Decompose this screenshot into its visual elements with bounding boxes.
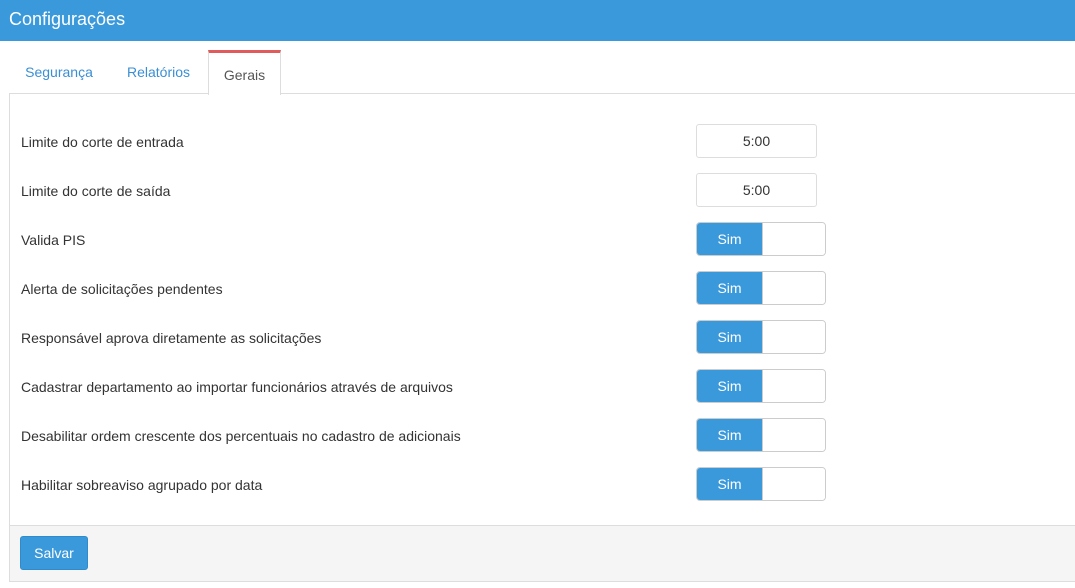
corte-saida-label: Limite do corte de saída (21, 183, 171, 199)
corte-entrada-label: Limite do corte de entrada (21, 134, 184, 150)
toggle-handle[interactable] (762, 370, 825, 402)
alerta-solicitacoes-label: Alerta de solicitações pendentes (21, 281, 223, 297)
toggle-handle[interactable] (762, 419, 825, 451)
cadastrar-departamento-toggle[interactable]: Sim (696, 369, 826, 403)
toggle-on-label: Sim (697, 272, 762, 304)
toggle-handle[interactable] (762, 321, 825, 353)
toggle-on-label: Sim (697, 370, 762, 402)
responsavel-aprova-toggle[interactable]: Sim (696, 320, 826, 354)
desabilitar-ordem-label: Desabilitar ordem crescente dos percentu… (21, 428, 461, 444)
toggle-on-label: Sim (697, 223, 762, 255)
panel-footer: Salvar (10, 525, 1075, 581)
toggle-on-label: Sim (697, 321, 762, 353)
page-title: Configurações (9, 9, 126, 29)
toggle-handle[interactable] (762, 272, 825, 304)
habilitar-sobreaviso-toggle[interactable]: Sim (696, 467, 826, 501)
tab-relatorios[interactable]: Relatórios (109, 50, 208, 94)
responsavel-aprova-label: Responsável aprova diretamente as solici… (21, 330, 322, 346)
corte-saida-input[interactable] (696, 173, 817, 207)
toggle-handle[interactable] (762, 223, 825, 255)
toggle-on-label: Sim (697, 468, 762, 500)
tab-seguranca[interactable]: Segurança (9, 50, 109, 94)
valida-pis-label: Valida PIS (21, 232, 86, 248)
alerta-solicitacoes-toggle[interactable]: Sim (696, 271, 826, 305)
desabilitar-ordem-toggle[interactable]: Sim (696, 418, 826, 452)
valida-pis-toggle[interactable]: Sim (696, 222, 826, 256)
tab-bar: Segurança Relatórios Gerais (9, 50, 1075, 95)
settings-panel: Limite do corte de entrada Limite do cor… (9, 94, 1075, 582)
tab-gerais[interactable]: Gerais (208, 50, 281, 95)
toggle-handle[interactable] (762, 468, 825, 500)
cadastrar-departamento-label: Cadastrar departamento ao importar funci… (21, 379, 453, 395)
toggle-on-label: Sim (697, 419, 762, 451)
habilitar-sobreaviso-label: Habilitar sobreaviso agrupado por data (21, 477, 263, 493)
save-button[interactable]: Salvar (20, 536, 88, 570)
app-header: Configurações (0, 0, 1075, 41)
corte-entrada-input[interactable] (696, 124, 817, 158)
